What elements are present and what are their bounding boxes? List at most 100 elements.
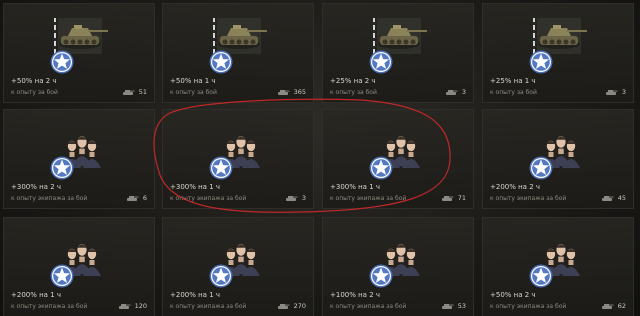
reserve-title: +200% на 1 ч: [11, 291, 62, 299]
crew-icon: [209, 136, 260, 180]
reserve-count: 53: [441, 301, 466, 311]
tank-silhouette-icon: [118, 302, 131, 310]
reserve-title: +200% на 2 ч: [490, 183, 541, 191]
reserve-title: +50% на 1 ч: [170, 77, 216, 85]
crew-icon: [529, 136, 580, 180]
reserve-subtitle: к опыту экипажа за бой: [330, 195, 407, 202]
star-icon: [529, 50, 553, 74]
star-icon: [529, 156, 553, 180]
reserve-count: 62: [601, 301, 626, 311]
star-icon: [369, 50, 393, 74]
reserve-card[interactable]: +300% на 1 ч к опыту экипажа за бой 3: [162, 109, 314, 209]
tank-silhouette-icon: [122, 90, 135, 95]
reserve-card[interactable]: +200% на 1 ч к опыту экипажа за бой 270: [162, 217, 314, 316]
reserve-card[interactable]: +50% на 2 ч к опыту за бой 51: [3, 3, 155, 103]
reserve-card[interactable]: +200% на 1 ч к опыту экипажа за бой 120: [3, 217, 155, 316]
reserve-subtitle: к опыту экипажа за бой: [330, 303, 407, 310]
reserve-count-value: 3: [461, 88, 466, 96]
tank-icon: [207, 16, 271, 78]
crew-icon: [209, 244, 260, 288]
reserve-count: 3: [445, 87, 466, 97]
star-icon: [50, 264, 74, 288]
reserve-count-value: 53: [457, 302, 466, 310]
star-icon: [369, 156, 393, 180]
tank-silhouette-icon: [441, 196, 454, 201]
tank-icon: [209, 18, 267, 74]
reserve-count: 3: [605, 87, 626, 97]
reserve-subtitle: к опыту экипажа за бой: [11, 303, 88, 310]
reserve-count-value: 45: [617, 194, 626, 202]
tank-silhouette-icon: [605, 88, 618, 96]
tank-silhouette-icon: [441, 194, 454, 202]
reserve-title: +200% на 1 ч: [170, 291, 221, 299]
reserve-card[interactable]: +100% на 2 ч к опыту экипажа за бой 53: [322, 217, 474, 316]
reserve-count-value: 365: [293, 88, 306, 96]
tank-silhouette-icon: [126, 196, 139, 201]
reserve-count-value: 51: [138, 88, 147, 96]
reserve-count-value: 71: [457, 194, 466, 202]
reserve-title: +100% на 2 ч: [330, 291, 381, 299]
crew-icon: [48, 122, 112, 184]
reserve-count-value: 3: [621, 88, 626, 96]
reserve-subtitle: к опыту за бой: [11, 89, 58, 96]
reserve-subtitle: к опыту за бой: [170, 89, 217, 96]
tank-silhouette-icon: [445, 88, 458, 96]
reserve-count-value: 270: [293, 302, 306, 310]
reserve-count: 51: [122, 87, 147, 97]
tank-silhouette-icon: [122, 88, 135, 96]
tank-silhouette-icon: [285, 194, 298, 202]
tank-silhouette-icon: [126, 194, 139, 202]
reserve-card[interactable]: +200% на 2 ч к опыту экипажа за бой 45: [482, 109, 634, 209]
reserve-count-value: 120: [134, 302, 147, 310]
reserve-title: +25% на 2 ч: [330, 77, 376, 85]
crew-icon: [369, 136, 420, 180]
star-icon: [529, 264, 553, 288]
star-icon: [369, 264, 393, 288]
reserves-grid: +50% на 2 ч к опыту за бой 51 +50% на 1 ч к …: [0, 0, 640, 316]
reserve-count-value: 6: [142, 194, 147, 202]
tank-icon: [369, 18, 427, 74]
tank-icon: [529, 18, 587, 74]
reserve-card[interactable]: +25% на 1 ч к опыту за бой 3: [482, 3, 634, 103]
tank-icon: [527, 16, 591, 78]
star-icon: [209, 156, 233, 180]
tank-silhouette-icon: [605, 90, 618, 95]
reserve-title: +25% на 1 ч: [490, 77, 536, 85]
reserve-count: 71: [441, 193, 466, 203]
reserve-count: 6: [126, 193, 147, 203]
crew-icon: [527, 230, 591, 292]
star-icon: [50, 50, 74, 74]
crew-icon: [207, 230, 271, 292]
reserve-title: +50% на 2 ч: [490, 291, 536, 299]
crew-icon: [50, 136, 101, 180]
reserve-title: +300% на 2 ч: [11, 183, 62, 191]
reserves-screen: +50% на 2 ч к опыту за бой 51 +50% на 1 ч к …: [0, 0, 640, 316]
tank-silhouette-icon: [441, 304, 454, 309]
star-icon: [209, 264, 233, 288]
reserve-card[interactable]: +300% на 1 ч к опыту экипажа за бой 71: [322, 109, 474, 209]
tank-icon: [48, 16, 112, 78]
reserve-count: 3: [285, 193, 306, 203]
reserve-subtitle: к опыту экипажа за бой: [11, 195, 88, 202]
reserve-title: +50% на 2 ч: [11, 77, 57, 85]
reserve-count-value: 3: [301, 194, 306, 202]
tank-silhouette-icon: [601, 304, 614, 309]
reserve-subtitle: к опыту за бой: [330, 89, 377, 96]
tank-icon: [50, 18, 108, 74]
crew-icon: [367, 230, 431, 292]
reserve-count: 270: [277, 301, 306, 311]
tank-silhouette-icon: [445, 90, 458, 95]
crew-icon: [50, 244, 101, 288]
reserve-subtitle: к опыту экипажа за бой: [490, 195, 567, 202]
reserve-card[interactable]: +300% на 2 ч к опыту экипажа за бой 6: [3, 109, 155, 209]
reserve-card[interactable]: +50% на 2 ч к опыту экипажа за бой 62: [482, 217, 634, 316]
crew-icon: [367, 122, 431, 184]
reserve-count: 120: [118, 301, 147, 311]
star-icon: [50, 156, 74, 180]
reserve-card[interactable]: +50% на 1 ч к опыту за бой 365: [162, 3, 314, 103]
tank-silhouette-icon: [601, 194, 614, 202]
tank-silhouette-icon: [277, 88, 290, 96]
reserve-subtitle: к опыту экипажа за бой: [170, 195, 247, 202]
reserve-card[interactable]: +25% на 2 ч к опыту за бой 3: [322, 3, 474, 103]
crew-icon: [529, 244, 580, 288]
